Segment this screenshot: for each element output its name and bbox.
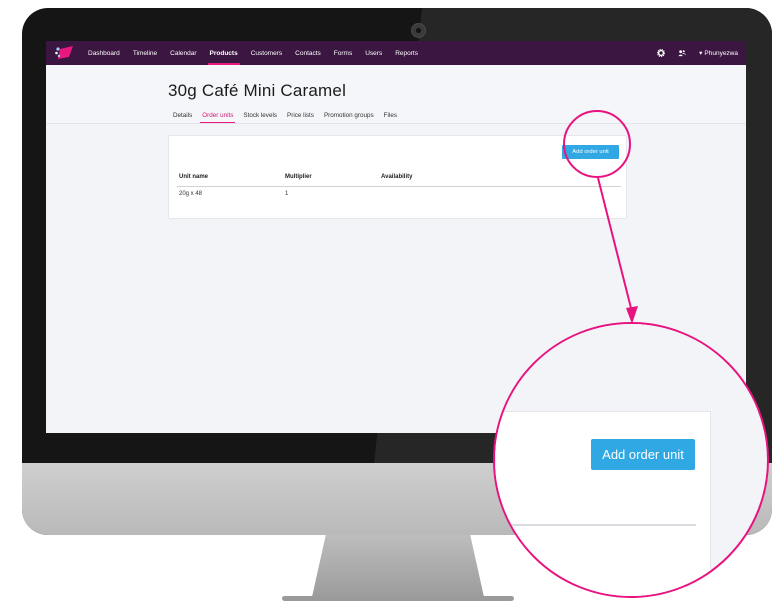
user-name: Phunyezwa (704, 49, 738, 57)
gear-icon[interactable] (657, 49, 666, 57)
tab-price-lists[interactable]: Price lists (287, 107, 314, 123)
monitor-stand (312, 535, 484, 597)
top-navigation: Dashboard Timeline Calendar Products Cus… (46, 41, 746, 65)
zoom-card: Add order unit (495, 411, 711, 596)
zoom-add-order-unit-button[interactable]: Add order unit (591, 439, 695, 470)
camera-icon (411, 23, 426, 38)
users-icon[interactable] (678, 49, 686, 57)
column-header-multiplier[interactable]: Multiplier (285, 174, 312, 180)
nav-item-calendar[interactable]: Calendar (170, 41, 196, 65)
caret-down-icon: ▾ (699, 50, 703, 57)
nav-item-contacts[interactable]: Contacts (295, 41, 321, 65)
nav-right-tools: ▾ Phunyezwa (657, 41, 738, 65)
monitor-stand-base (282, 596, 514, 601)
order-units-table: Unit name Multiplier Availability 20g x … (169, 174, 626, 201)
nav-item-dashboard[interactable]: Dashboard (88, 41, 120, 65)
product-tabs: Details Order units Stock levels Price l… (173, 107, 397, 123)
tab-stock-levels[interactable]: Stock levels (243, 107, 277, 123)
page-title: 30g Café Mini Caramel (168, 81, 347, 100)
nav-item-products[interactable]: Products (207, 41, 240, 65)
nav-menu: Dashboard Timeline Calendar Products Cus… (88, 41, 418, 65)
nav-item-timeline[interactable]: Timeline (133, 41, 157, 65)
nav-item-forms[interactable]: Forms (334, 41, 352, 65)
column-header-availability[interactable]: Availability (381, 174, 412, 180)
highlight-circle (563, 110, 631, 178)
nav-item-users[interactable]: Users (365, 41, 382, 65)
tab-promotion-groups[interactable]: Promotion groups (324, 107, 374, 123)
tab-details[interactable]: Details (173, 107, 192, 123)
table-header: Unit name Multiplier Availability (177, 174, 621, 187)
cell-unit-name: 20g x 48 (179, 191, 203, 197)
order-units-card: Add order unit Unit name Multiplier Avai… (168, 135, 627, 219)
app-logo-icon[interactable] (55, 46, 73, 60)
column-header-unit-name[interactable]: Unit name (179, 174, 208, 180)
table-row[interactable]: 20g x 48 1 (177, 187, 621, 201)
nav-item-customers[interactable]: Customers (251, 41, 282, 65)
user-menu[interactable]: ▾ Phunyezwa (699, 49, 738, 58)
zoom-magnifier: Add order unit (493, 322, 769, 598)
cell-multiplier: 1 (285, 191, 289, 197)
zoom-table-divider (496, 524, 696, 526)
tab-files[interactable]: Files (384, 107, 397, 123)
tab-order-units[interactable]: Order units (200, 107, 236, 123)
nav-item-reports[interactable]: Reports (395, 41, 418, 65)
page-header: 30g Café Mini Caramel Details Order unit… (46, 65, 746, 124)
zoom-background (495, 324, 767, 411)
